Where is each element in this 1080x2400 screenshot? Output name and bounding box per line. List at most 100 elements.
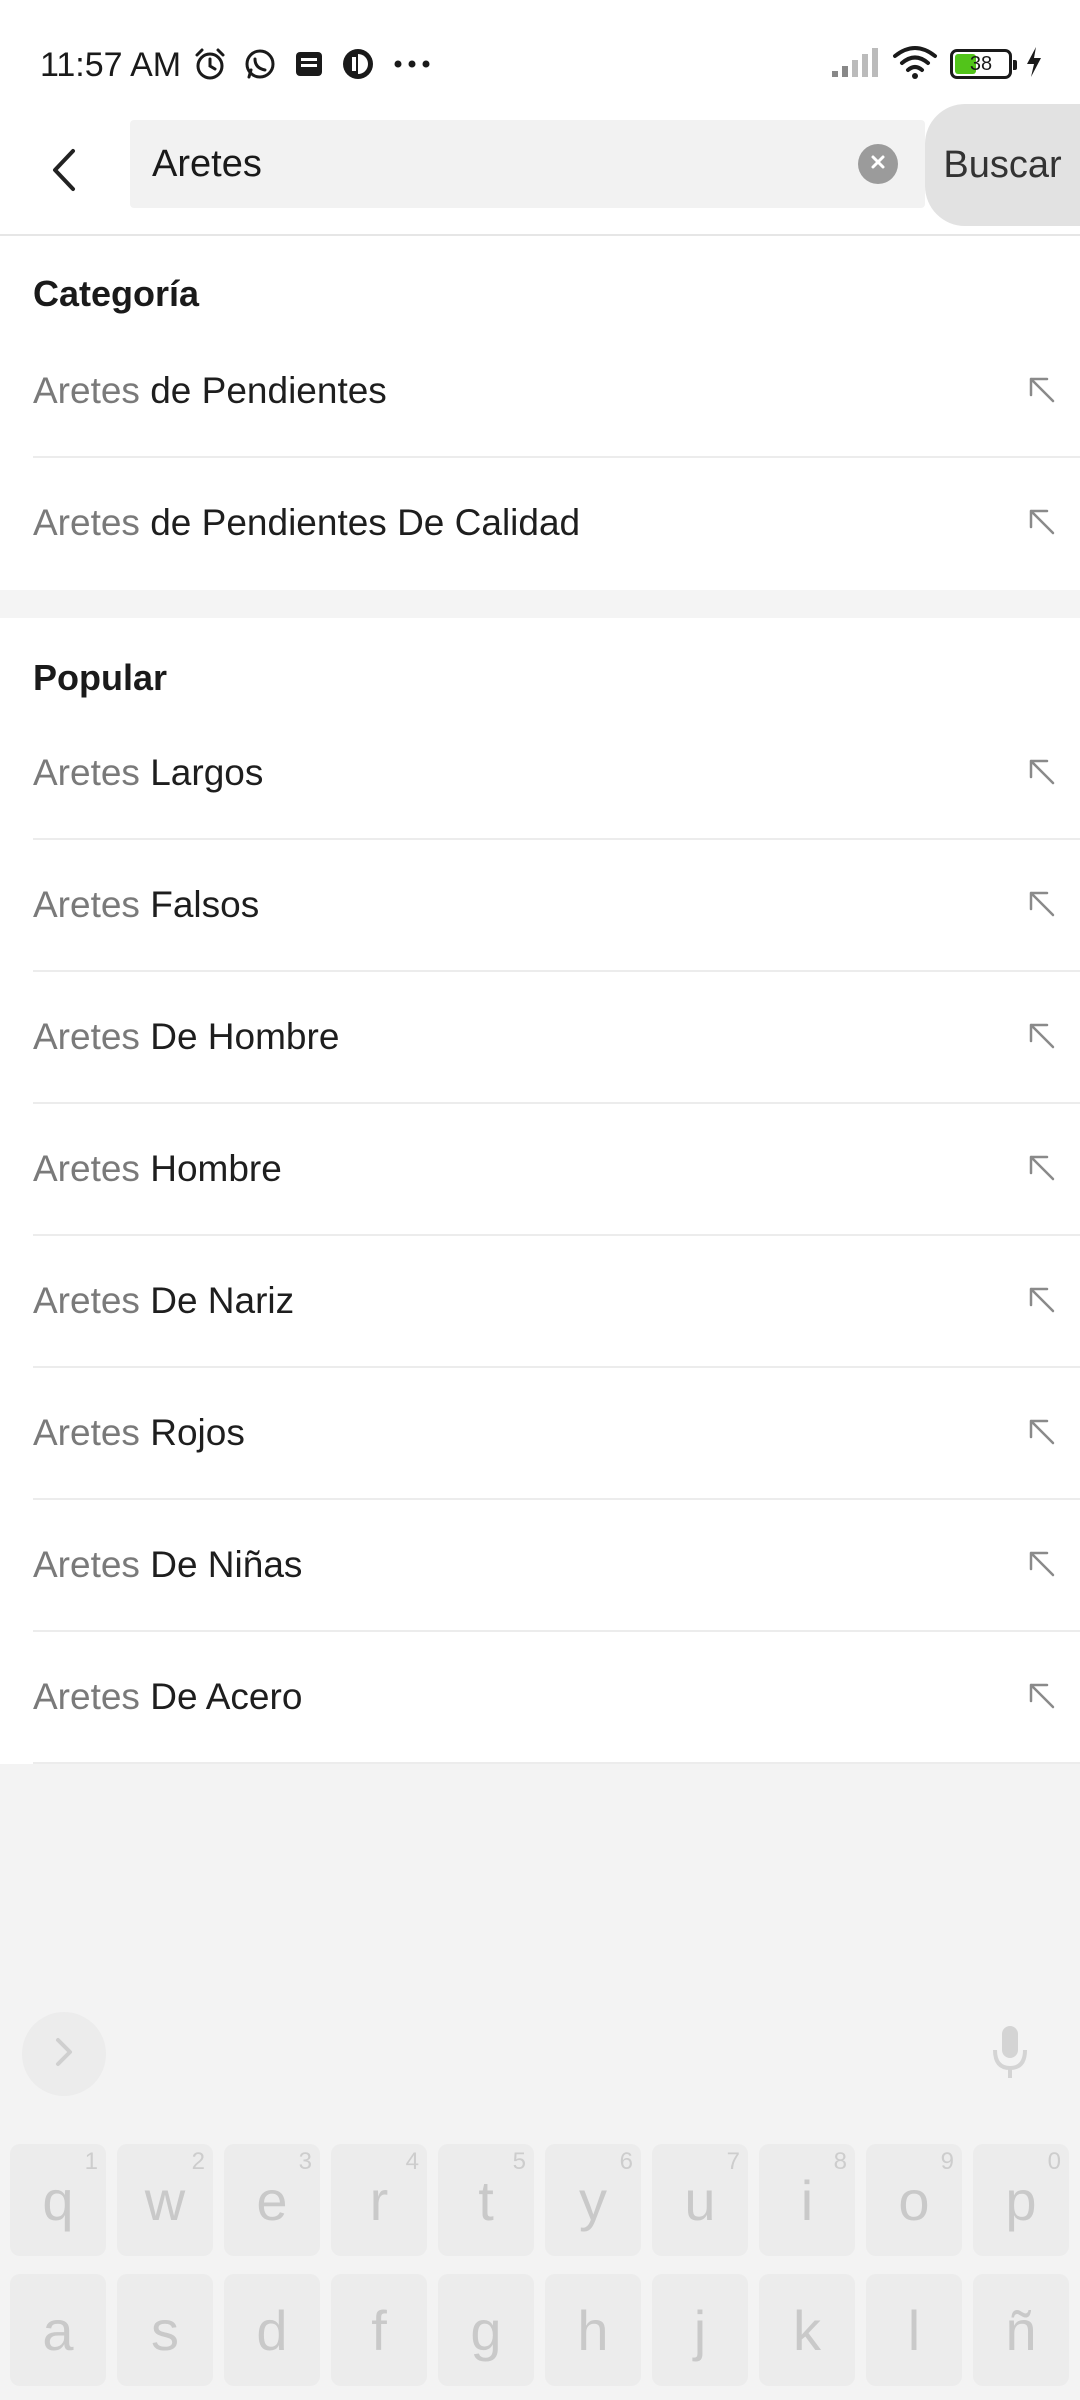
key-u[interactable]: u7 [652,2144,748,2256]
key-a[interactable]: a [10,2274,106,2386]
search-submit-button[interactable]: Buscar [925,104,1080,226]
alarm-icon [192,46,228,82]
key-label: s [151,2298,179,2362]
fill-query-button[interactable] [1016,1012,1068,1064]
keyboard-expand-button[interactable] [22,2012,106,2096]
search-box [130,120,925,208]
battery-cap [1013,60,1017,70]
popular-suggestion-row[interactable]: Aretes De Acero [0,1632,1080,1764]
fill-arrow-icon [1027,1153,1057,1188]
suggestion-keyword: Aretes [33,752,140,793]
key-hint: 6 [619,2148,633,2175]
suggestion-text: Aretes Largos [33,708,263,838]
key-label: p [1005,2168,1037,2232]
key-hint: 7 [726,2148,740,2175]
popular-suggestion-row[interactable]: Aretes De Nariz [0,1236,1080,1368]
key-w[interactable]: w2 [117,2144,213,2256]
key-hint: 5 [512,2148,526,2175]
key-d[interactable]: d [224,2274,320,2386]
popular-suggestion-row[interactable]: Aretes Largos [0,708,1080,840]
suggestion-suffix: De Niñas [139,1544,303,1585]
key-label: r [369,2168,389,2232]
key-label: l [907,2298,921,2362]
key-label: d [256,2298,288,2362]
microphone-icon [990,2022,1030,2087]
voice-input-button[interactable] [980,2014,1040,2094]
fill-arrow-icon [1027,375,1057,410]
key-e[interactable]: e3 [224,2144,320,2256]
popular-suggestion-row[interactable]: Aretes Falsos [0,840,1080,972]
suggestion-keyword: Aretes [33,1412,140,1453]
key-n-tilde[interactable]: ñ [973,2274,1069,2386]
suggestion-text: Aretes Rojos [33,1368,245,1498]
message-icon [292,47,326,81]
key-label: h [577,2298,609,2362]
fill-arrow-icon [1027,1417,1057,1452]
category-suggestion-row[interactable]: Aretes de Pendientes [0,326,1080,458]
fill-query-button[interactable] [1016,1408,1068,1460]
category-section: Categoría Aretes de Pendientes Aretes de… [0,236,1080,590]
key-hint: 4 [405,2148,419,2175]
key-label: u [684,2168,716,2232]
key-r[interactable]: r4 [331,2144,427,2256]
key-hint: 3 [298,2148,312,2175]
fill-arrow-icon [1027,1681,1057,1716]
key-i[interactable]: i8 [759,2144,855,2256]
key-hint: 8 [833,2148,847,2175]
suggestion-text: Aretes De Acero [33,1632,302,1762]
whatsapp-icon [242,46,278,82]
fill-query-button[interactable] [1016,1672,1068,1724]
suggestion-keyword: Aretes [33,1016,140,1057]
fill-arrow-icon [1027,1285,1057,1320]
clear-search-button[interactable] [858,144,898,184]
popular-suggestion-row[interactable]: Aretes De Niñas [0,1500,1080,1632]
suggestion-text: Aretes Hombre [33,1104,282,1234]
popular-section-title: Popular [33,657,168,698]
category-section-title: Categoría [33,273,200,314]
suggestion-suffix: de Pendientes De Calidad [139,502,581,543]
key-g[interactable]: g [438,2274,534,2386]
key-label: a [42,2298,74,2362]
category-suggestion-list: Aretes de Pendientes Aretes de Pendiente… [0,326,1080,590]
category-suggestion-row[interactable]: Aretes de Pendientes De Calidad [0,458,1080,590]
key-p[interactable]: p0 [973,2144,1069,2256]
search-input[interactable] [152,120,832,208]
key-l[interactable]: l [866,2274,962,2386]
key-y[interactable]: y6 [545,2144,641,2256]
keyboard-row-1: q1 w2 e3 r4 t5 y6 u7 i8 o9 p0 [10,2144,1070,2256]
key-q[interactable]: q1 [10,2144,106,2256]
popular-suggestion-row[interactable]: Aretes Rojos [0,1368,1080,1500]
popular-suggestion-row[interactable]: Aretes De Hombre [0,972,1080,1104]
key-t[interactable]: t5 [438,2144,534,2256]
suggestion-suffix: De Acero [139,1676,303,1717]
popular-suggestion-row[interactable]: Aretes Hombre [0,1104,1080,1236]
key-o[interactable]: o9 [866,2144,962,2256]
key-label: t [478,2168,494,2232]
key-s[interactable]: s [117,2274,213,2386]
suggestion-suffix: Largos [139,752,264,793]
fill-query-button[interactable] [1016,748,1068,800]
fill-query-button[interactable] [1016,880,1068,932]
key-f[interactable]: f [331,2274,427,2386]
fill-query-button[interactable] [1016,1144,1068,1196]
suggestion-keyword: Aretes [33,884,140,925]
suggestion-text: Aretes De Hombre [33,972,339,1102]
suggestion-keyword: Aretes [33,1148,140,1189]
fill-arrow-icon [1027,757,1057,792]
fill-query-button[interactable] [1016,498,1068,550]
back-button[interactable] [30,132,100,212]
fill-query-button[interactable] [1016,1276,1068,1328]
fill-query-button[interactable] [1016,1540,1068,1592]
suggestion-keyword: Aretes [33,1280,140,1321]
key-j[interactable]: j [652,2274,748,2386]
suggestion-keyword: Aretes [33,1544,140,1585]
key-k[interactable]: k [759,2274,855,2386]
suggestion-text: Aretes de Pendientes [33,326,387,456]
key-label: j [693,2298,707,2362]
fill-arrow-icon [1027,1549,1057,1584]
fill-arrow-icon [1027,889,1057,924]
key-h[interactable]: h [545,2274,641,2386]
key-label: q [42,2168,74,2232]
fill-query-button[interactable] [1016,366,1068,418]
suggestion-text: Aretes De Nariz [33,1236,294,1366]
